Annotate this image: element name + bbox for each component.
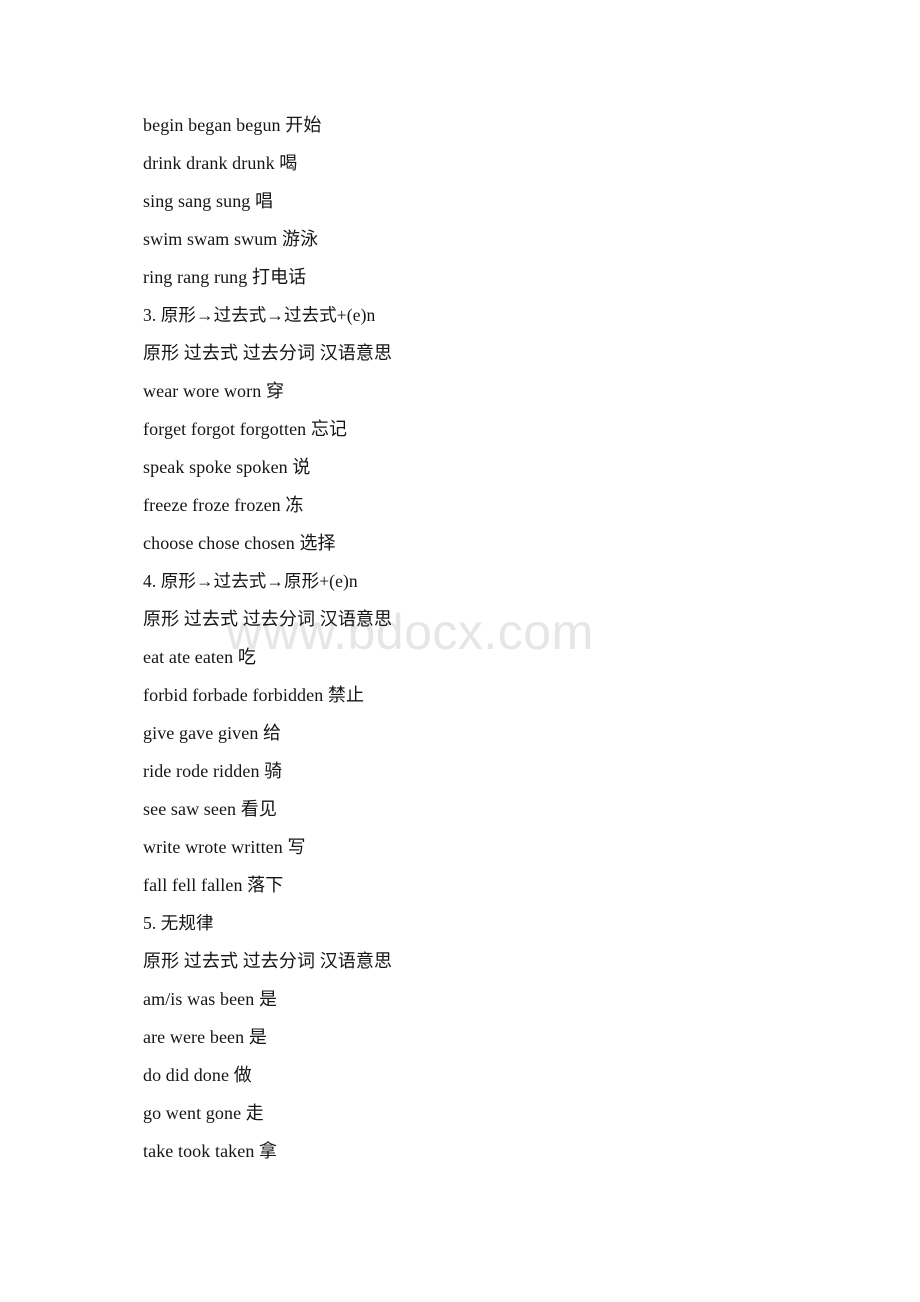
verb-entry-line: see saw seen 看见 bbox=[143, 799, 277, 819]
verb-entry-line: choose chose chosen 选择 bbox=[143, 533, 336, 553]
verb-entry-line: forget forgot forgotten 忘记 bbox=[143, 419, 348, 439]
document-body: begin began begun 开始 drink drank drunk 喝 s… bbox=[143, 106, 843, 1170]
verb-entry-line: am/is was been 是 bbox=[143, 989, 278, 1009]
verb-entry-line: wear wore worn 穿 bbox=[143, 381, 285, 401]
section-heading: 5. 无规律 bbox=[143, 913, 214, 933]
verb-entry-line: forbid forbade forbidden 禁止 bbox=[143, 685, 365, 705]
verb-entry-line: are were been 是 bbox=[143, 1027, 267, 1047]
document-page: www.bdocx.com begin began begun 开始 drink … bbox=[0, 0, 920, 1302]
verb-entry-line: freeze froze frozen 冻 bbox=[143, 495, 304, 515]
verb-entry-line: fall fell fallen 落下 bbox=[143, 875, 284, 895]
verb-entry-line: ring rang rung 打电话 bbox=[143, 267, 307, 287]
verb-entry-line: do did done 做 bbox=[143, 1065, 252, 1085]
column-header-line: 原形 过去式 过去分词 汉语意思 bbox=[143, 951, 393, 971]
verb-entry-line: drink drank drunk 喝 bbox=[143, 153, 298, 173]
column-header-line: 原形 过去式 过去分词 汉语意思 bbox=[143, 609, 393, 629]
verb-entry-line: go went gone 走 bbox=[143, 1103, 264, 1123]
verb-entry-line: take took taken 拿 bbox=[143, 1141, 278, 1161]
section-heading: 3. 原形→过去式→过去式+(e)n bbox=[143, 305, 376, 325]
verb-entry-line: write wrote written 写 bbox=[143, 837, 306, 857]
verb-entry-line: begin began begun 开始 bbox=[143, 115, 322, 135]
verb-entry-line: ride rode ridden 骑 bbox=[143, 761, 283, 781]
verb-entry-line: swim swam swum 游泳 bbox=[143, 229, 319, 249]
verb-entry-line: give gave given 给 bbox=[143, 723, 282, 743]
column-header-line: 原形 过去式 过去分词 汉语意思 bbox=[143, 343, 393, 363]
verb-entry-line: speak spoke spoken 说 bbox=[143, 457, 311, 477]
verb-entry-line: eat ate eaten 吃 bbox=[143, 647, 256, 667]
section-heading: 4. 原形→过去式→原形+(e)n bbox=[143, 571, 358, 591]
verb-entry-line: sing sang sung 唱 bbox=[143, 191, 274, 211]
